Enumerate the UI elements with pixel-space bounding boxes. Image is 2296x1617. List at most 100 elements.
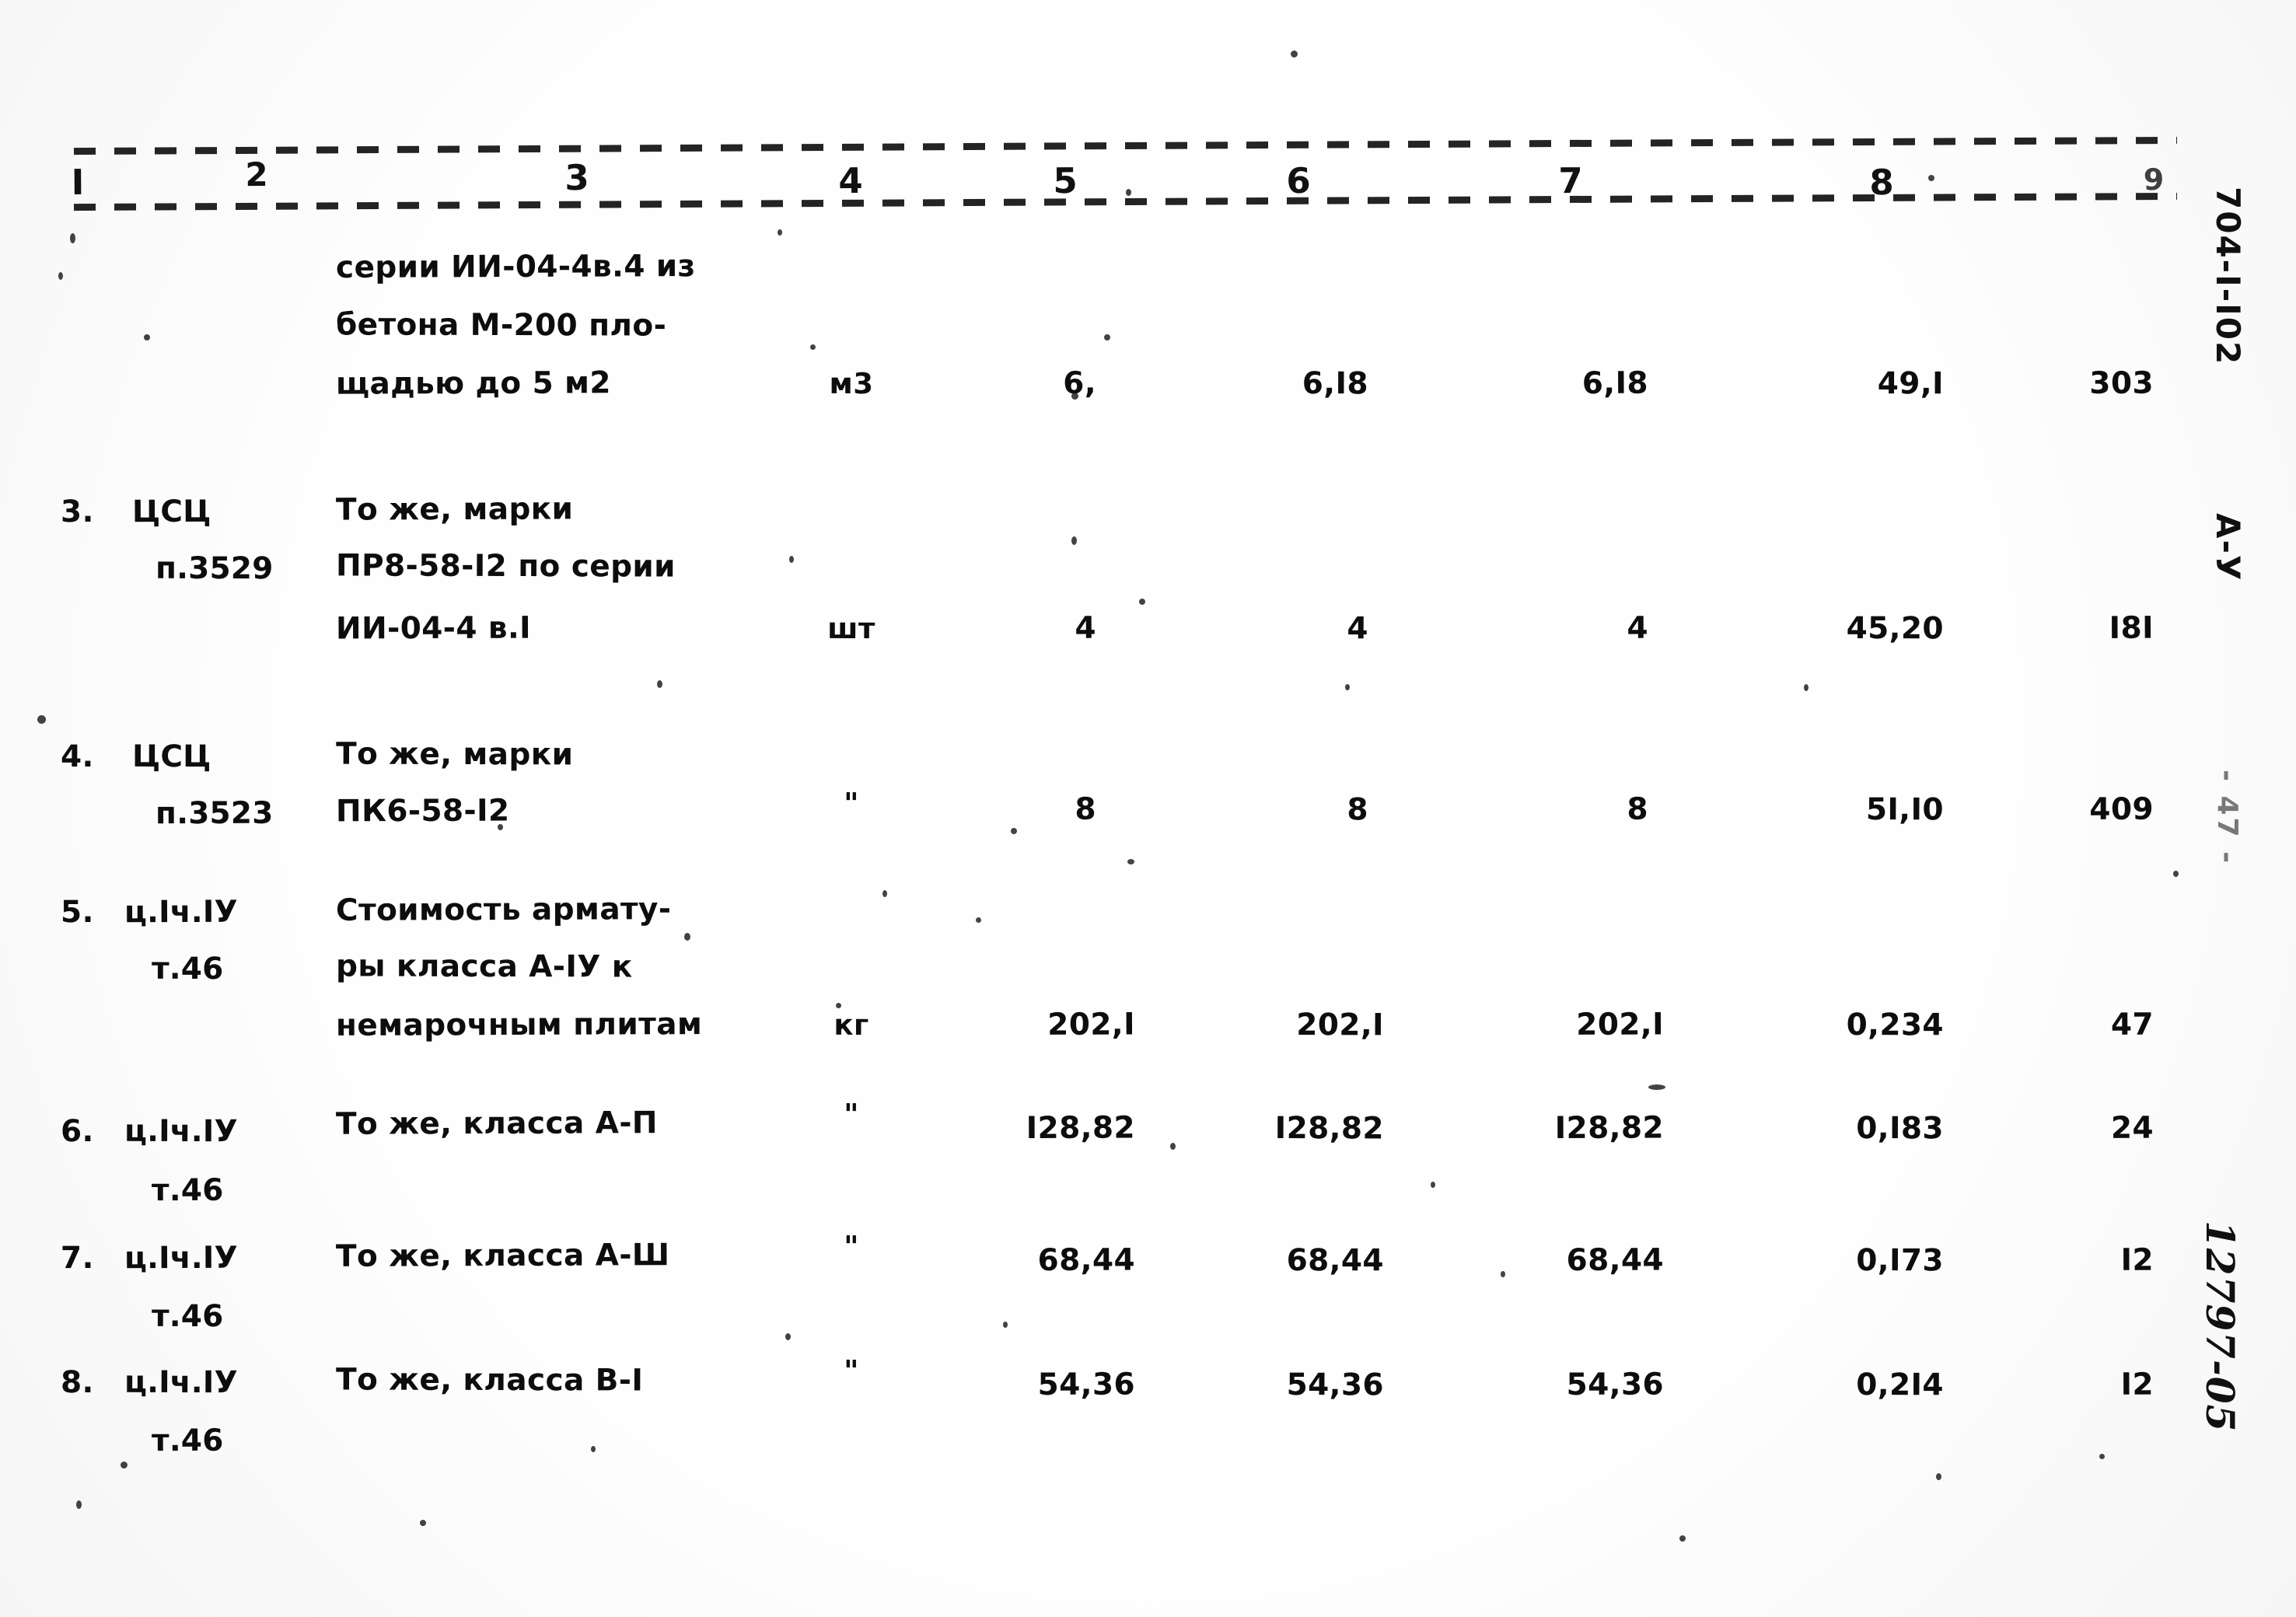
scanned-document-page: I 2 3 4 5 6 7 8 9 серии ИИ-04-4в.4 из бе… (0, 0, 2296, 1617)
scan-speckle (810, 344, 816, 350)
margin-archive-number: 12797-05 (2197, 1221, 2243, 1433)
margin-page-number: - 47 - (2211, 770, 2243, 866)
row-2-col8: 5I,I0 (1865, 792, 1945, 828)
row-1-description-line-3: ИИ-04-4 в.I (335, 610, 532, 647)
row-6-code-2: т.46 (151, 1423, 224, 1459)
row-2-col6: 8 (1347, 792, 1369, 828)
scan-speckle (1928, 175, 1934, 181)
scan-speckle (976, 917, 981, 923)
margin-document-code: 704-I-I02 (2209, 187, 2247, 366)
scan-speckle (785, 1333, 791, 1340)
row-4-col6: I28,82 (1274, 1110, 1385, 1147)
row-0-col8: 49,I (1877, 366, 1945, 402)
scan-speckle (778, 229, 782, 236)
scan-speckle (1139, 599, 1145, 605)
row-6-code: ц.Iч.IУ (124, 1364, 238, 1401)
scan-speckle (1003, 1322, 1008, 1328)
row-1-col6: 4 (1347, 611, 1369, 647)
scan-speckle (1679, 1535, 1686, 1542)
row-2-unit: " (844, 786, 859, 821)
column-header-1: I (71, 161, 85, 204)
row-1-col8: 45,20 (1846, 610, 1945, 647)
row-5-col7: 68,44 (1566, 1242, 1665, 1278)
row-0-description-line-3: щадью до 5 м2 (335, 365, 611, 402)
row-3-col6: 202,I (1296, 1008, 1385, 1043)
scan-speckle (37, 715, 46, 724)
row-3-col5: 202,I (1047, 1007, 1136, 1042)
row-3-description-line-1: Стоимость армату- (335, 892, 672, 928)
scan-speckle (1431, 1182, 1435, 1188)
row-4-index: 6. (60, 1113, 94, 1150)
row-6-description-line-1: То же, класса В-I (335, 1362, 644, 1399)
row-5-col9: I2 (2120, 1242, 2154, 1278)
row-1-col5: 4 (1075, 610, 1097, 646)
scan-speckle (1126, 189, 1131, 196)
row-1-index: 3. (60, 494, 94, 530)
scan-speckle (70, 233, 75, 243)
row-3-col9: 47 (2110, 1007, 2154, 1042)
row-2-code-2: п.3523 (155, 795, 274, 832)
scan-speckle (144, 334, 150, 341)
scan-speckle (1648, 1084, 1665, 1090)
scan-speckle (2173, 871, 2179, 877)
row-3-description-line-2: ры класса А-IУ к (335, 948, 633, 985)
row-4-col7: I28,82 (1554, 1110, 1665, 1147)
table-header-rule-top (73, 136, 2178, 155)
row-3-description-line-3: немарочным плитам (335, 1007, 703, 1043)
row-5-col5: 68,44 (1037, 1242, 1136, 1278)
row-0-col7: 6,I8 (1581, 365, 1649, 401)
row-5-description-line-1: То же, класса А-Ш (335, 1238, 670, 1274)
row-0-description-line-1: серии ИИ-04-4в.4 из (335, 249, 696, 285)
scan-speckle (657, 680, 662, 688)
row-6-index: 8. (60, 1364, 94, 1401)
row-3-code: ц.Iч.IУ (124, 894, 238, 931)
row-5-index: 7. (60, 1240, 94, 1276)
row-5-unit: " (844, 1229, 859, 1264)
row-2-code: ЦСЦ (131, 739, 211, 775)
row-0-description-line-2: бетона М-200 пло- (335, 307, 667, 344)
scan-speckle (1804, 684, 1808, 691)
row-6-col9: I2 (2120, 1367, 2154, 1402)
column-header-5: 5 (1053, 159, 1078, 202)
row-6-col8: 0,2I4 (1856, 1367, 1945, 1403)
row-1-col9: I8I (2109, 610, 2154, 646)
row-3-code-2: т.46 (151, 951, 224, 987)
row-1-unit: шт (827, 611, 875, 646)
row-2-col5: 8 (1075, 791, 1097, 827)
column-header-7: 7 (1558, 159, 1583, 202)
row-4-unit: " (844, 1097, 859, 1132)
row-0-col9: 303 (2089, 365, 2154, 401)
row-1-code-2: п.3529 (155, 550, 274, 587)
row-6-unit: " (844, 1353, 859, 1388)
scan-speckle (1291, 51, 1298, 58)
row-2-description-line-2: ПК6-58-I2 (335, 793, 510, 829)
scan-speckle (121, 1462, 128, 1469)
scan-speckle (1127, 859, 1134, 864)
row-1-col7: 4 (1627, 610, 1649, 646)
margin-section-code: А-У (2209, 513, 2247, 582)
column-header-4: 4 (838, 159, 863, 202)
scan-speckle (882, 890, 887, 897)
scan-speckle (1071, 536, 1077, 545)
row-4-col5: I28,82 (1026, 1110, 1136, 1147)
row-4-code-2: т.46 (151, 1172, 224, 1209)
row-3-index: 5. (60, 894, 94, 931)
row-5-col6: 68,44 (1286, 1243, 1385, 1279)
row-0-col5: 6, (1063, 365, 1097, 401)
scan-speckle (58, 272, 63, 280)
row-5-code-2: т.46 (151, 1298, 224, 1335)
scan-speckle (789, 556, 794, 563)
row-4-code: ц.Iч.IУ (124, 1113, 238, 1150)
column-header-9: 9 (2143, 162, 2165, 197)
scan-speckle (1345, 684, 1350, 690)
scan-speckle (1936, 1473, 1941, 1480)
row-1-code: ЦСЦ (131, 494, 211, 530)
row-3-col8: 0,234 (1846, 1007, 1945, 1043)
row-3-col7: 202,I (1576, 1007, 1665, 1042)
row-6-col5: 54,36 (1037, 1367, 1136, 1402)
scan-speckle (1104, 334, 1110, 341)
scan-speckle (76, 1500, 82, 1509)
column-header-8: 8 (1869, 161, 1894, 204)
row-4-description-line-1: То же, класса А-П (335, 1105, 659, 1142)
column-header-6: 6 (1286, 159, 1311, 202)
